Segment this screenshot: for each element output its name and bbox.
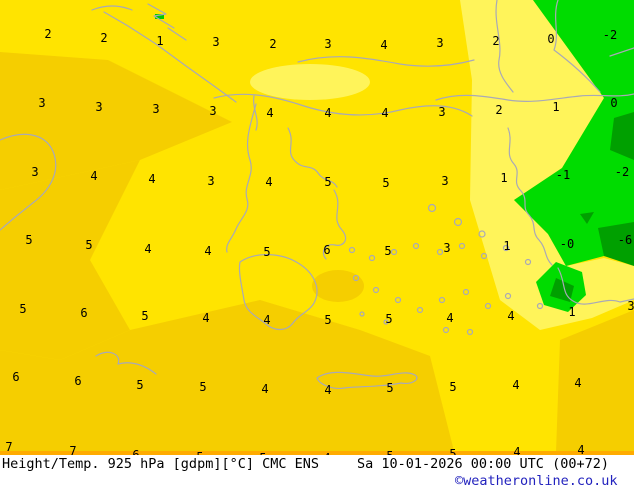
temp-value: 4 bbox=[577, 443, 585, 455]
temp-value: 5 bbox=[136, 378, 144, 392]
temp-value: 3 bbox=[152, 102, 160, 116]
weather-map-page: 2 2 1 3 2 3 4 3 2 0 -2 3 3 3 3 4 4 4 3 2 1 0 3 4 4 3 4 5 5 3 1 -1 -2 5 5 4 4… bbox=[0, 0, 634, 490]
temp-value: 5 bbox=[324, 175, 332, 189]
temp-value: 0 bbox=[610, 96, 618, 110]
temp-value: 3 bbox=[438, 105, 446, 119]
temp-value: 4 bbox=[148, 172, 156, 186]
temp-value: 2 bbox=[492, 34, 500, 48]
temp-value: -2 bbox=[614, 165, 630, 179]
map-canvas bbox=[0, 0, 634, 455]
temp-value: 4 bbox=[512, 378, 520, 392]
temp-value: 6 bbox=[80, 306, 88, 320]
temp-value: 0 bbox=[547, 32, 555, 46]
temp-value: 3 bbox=[212, 35, 220, 49]
temp-value: 4 bbox=[574, 376, 582, 390]
temp-value: 5 bbox=[386, 381, 394, 395]
temp-value: 1 bbox=[503, 239, 511, 253]
temp-value: 3 bbox=[324, 37, 332, 51]
temp-value: -1 bbox=[555, 168, 571, 182]
temp-value: -6 bbox=[617, 233, 633, 247]
map-footer: Height/Temp. 925 hPa [gdpm][°C] CMC ENS … bbox=[0, 455, 634, 490]
temp-value: 4 bbox=[261, 382, 269, 396]
temp-value: 3 bbox=[441, 174, 449, 188]
temp-value: 3 bbox=[209, 104, 217, 118]
temp-value: 4 bbox=[513, 445, 521, 455]
temp-value: 1 bbox=[156, 34, 164, 48]
temp-value: 2 bbox=[100, 31, 108, 45]
temp-value: 2 bbox=[495, 103, 503, 117]
temp-value: 3 bbox=[95, 100, 103, 114]
temp-value: 5 bbox=[385, 312, 393, 326]
temp-value: 5 bbox=[384, 244, 392, 258]
forecast-map: 2 2 1 3 2 3 4 3 2 0 -2 3 3 3 3 4 4 4 3 2 1 0 3 4 4 3 4 5 5 3 1 -1 -2 5 5 4 4… bbox=[0, 0, 634, 455]
temp-value: 4 bbox=[265, 175, 273, 189]
temp-value: 4 bbox=[202, 311, 210, 325]
temp-value: 7 bbox=[5, 440, 13, 454]
temp-value: 5 bbox=[19, 302, 27, 316]
temp-value: 5 bbox=[449, 380, 457, 394]
temp-value: 5 bbox=[263, 245, 271, 259]
temp-value: 3 bbox=[436, 36, 444, 50]
temp-value: 2 bbox=[44, 27, 52, 41]
temp-value: 6 bbox=[12, 370, 20, 384]
temp-value: 4 bbox=[380, 38, 388, 52]
temp-value: 4 bbox=[324, 106, 332, 120]
temp-value: 1 bbox=[500, 171, 508, 185]
temp-value: 4 bbox=[381, 106, 389, 120]
temp-value: 4 bbox=[90, 169, 98, 183]
temp-value: 5 bbox=[324, 313, 332, 327]
temp-value: 2 bbox=[269, 37, 277, 51]
temp-value: -0 bbox=[559, 237, 575, 251]
temp-value: 4 bbox=[204, 244, 212, 258]
temp-value: 5 bbox=[25, 233, 33, 247]
temp-value: 3 bbox=[207, 174, 215, 188]
temp-value: 5 bbox=[382, 176, 390, 190]
credit-link[interactable]: ©weatheronline.co.uk bbox=[455, 474, 618, 488]
temp-value: 3 bbox=[443, 241, 451, 255]
valid-time: Sa 10-01-2026 00:00 UTC (00+72) bbox=[357, 456, 609, 472]
temp-value: 3 bbox=[38, 96, 46, 110]
temp-value: 4 bbox=[144, 242, 152, 256]
temp-value: 3 bbox=[627, 299, 634, 313]
temp-value: 5 bbox=[199, 380, 207, 394]
temp-value: -2 bbox=[602, 28, 618, 42]
temp-value: 1 bbox=[568, 305, 576, 319]
temp-value: 4 bbox=[324, 383, 332, 397]
temp-value: 4 bbox=[263, 313, 271, 327]
temp-value: 1 bbox=[552, 100, 560, 114]
map-title: Height/Temp. 925 hPa [gdpm][°C] CMC ENS bbox=[2, 456, 319, 472]
temp-value: 5 bbox=[85, 238, 93, 252]
temp-value: 4 bbox=[507, 309, 515, 323]
temp-value: 6 bbox=[323, 243, 331, 257]
temp-value: 5 bbox=[449, 447, 457, 455]
temp-value: 4 bbox=[446, 311, 454, 325]
temp-value: 7 bbox=[69, 444, 77, 455]
temp-value: 3 bbox=[31, 165, 39, 179]
temp-value: 6 bbox=[74, 374, 82, 388]
temp-value: 4 bbox=[266, 106, 274, 120]
temp-value: 5 bbox=[141, 309, 149, 323]
